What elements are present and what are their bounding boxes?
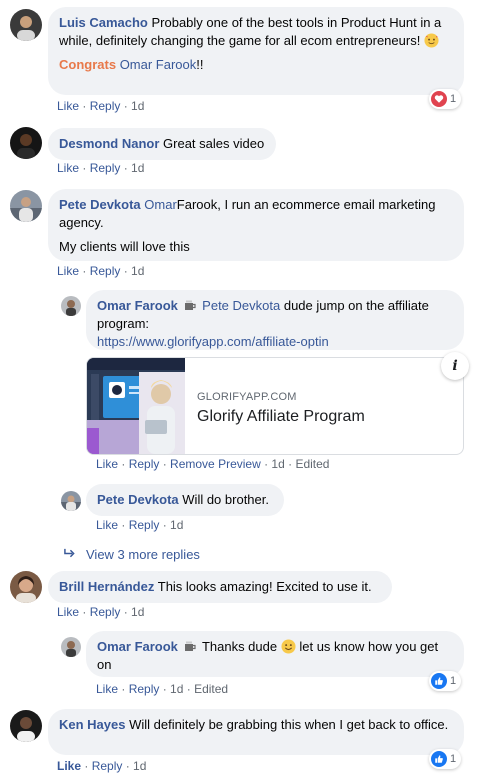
reply-button[interactable]: Reply: [90, 605, 121, 619]
avatar-desmond-nanor[interactable]: [10, 127, 42, 159]
avatar-ken-hayes[interactable]: [10, 710, 42, 742]
avatar-pete-devkota[interactable]: [61, 491, 81, 511]
edited-label[interactable]: Edited: [194, 682, 228, 696]
link-preview-image: [87, 358, 185, 454]
comment-bubble: Pete Devkota OmarFarook, I run an ecomme…: [48, 189, 464, 261]
avatar-omar-farook[interactable]: [61, 296, 81, 316]
like-button[interactable]: Like: [96, 682, 118, 696]
affiliate-link[interactable]: https://www.glorifyapp.com/affiliate-opt…: [97, 334, 329, 349]
comment-bubble: Luis Camacho Probably one of the best to…: [48, 7, 464, 95]
reply-button[interactable]: Reply: [90, 161, 121, 175]
reaction-count[interactable]: 1: [429, 89, 462, 109]
comment-bubble: Desmond Nanor Great sales video: [48, 128, 276, 160]
comment-text: Will definitely be grabbing this when I …: [129, 717, 449, 732]
smiling-face-with-hearts-emoji-icon: [424, 33, 439, 48]
comment-author[interactable]: Pete Devkota: [97, 492, 179, 507]
mention-link[interactable]: Pete Devkota: [202, 298, 280, 313]
like-button[interactable]: Like: [96, 518, 118, 532]
link-preview-title[interactable]: Glorify Affiliate Program: [197, 408, 365, 426]
comment-actions: Like · Reply · 1d: [57, 99, 145, 113]
comment-actions: Like · Reply · 1d: [57, 264, 145, 278]
link-preview-domain: GLORIFYAPP.COM: [197, 391, 297, 403]
remove-preview-button[interactable]: Remove Preview: [170, 457, 261, 471]
comment-timestamp[interactable]: 1d: [170, 682, 183, 696]
reply-actions: Like · Reply · Remove Preview · 1d · Edi…: [96, 457, 330, 471]
reply-button[interactable]: Reply: [90, 99, 121, 113]
like-button[interactable]: Like: [57, 264, 79, 278]
like-button[interactable]: Like: [96, 457, 118, 471]
comment-actions: Like · Reply · 1d: [57, 605, 145, 619]
like-reaction-icon: [431, 751, 447, 767]
reply-button[interactable]: Reply: [129, 682, 160, 696]
comment-author[interactable]: Omar Farook: [97, 639, 178, 654]
reaction-number: 1: [450, 93, 457, 105]
comment-timestamp[interactable]: 1d: [131, 99, 144, 113]
reply-button[interactable]: Reply: [129, 518, 160, 532]
like-button[interactable]: Like: [57, 759, 81, 773]
avatar-pete-devkota[interactable]: [10, 190, 42, 222]
comment-bubble: Brill Hernández This looks amazing! Exci…: [48, 571, 392, 603]
reply-button[interactable]: Reply: [90, 264, 121, 278]
link-preview-card[interactable]: GLORIFYAPP.COM Glorify Affiliate Program: [86, 357, 464, 455]
comment-timestamp[interactable]: 1d: [131, 264, 144, 278]
reaction-count[interactable]: 1: [429, 749, 462, 769]
comment-text: Thanks dude: [201, 639, 278, 654]
like-reaction-icon: [431, 673, 447, 689]
congrats-text: Congrats: [59, 57, 117, 72]
avatar-luis-camacho[interactable]: [10, 9, 42, 41]
comment-bubble: Ken Hayes Will definitely be grabbing th…: [48, 709, 464, 755]
love-reaction-icon: [431, 91, 447, 107]
avatar-brill-hernandez[interactable]: [10, 571, 42, 603]
edited-label[interactable]: Edited: [295, 457, 329, 471]
like-button[interactable]: Like: [57, 605, 79, 619]
mention-link[interactable]: Omar: [144, 197, 177, 212]
reply-bubble: Omar Farook Pete Devkota dude jump on th…: [86, 290, 464, 350]
comment-author[interactable]: Ken Hayes: [59, 717, 125, 732]
like-button[interactable]: Like: [57, 161, 79, 175]
reaction-count[interactable]: 1: [429, 671, 462, 691]
comment-author[interactable]: Omar Farook: [97, 298, 178, 313]
reaction-number: 1: [450, 675, 457, 687]
coffee-icon: [184, 298, 197, 310]
reply-actions: Like · Reply · 1d · Edited: [96, 682, 229, 696]
view-more-replies[interactable]: View 3 more replies: [63, 547, 200, 562]
comment-author[interactable]: Luis Camacho: [59, 15, 148, 30]
comment-actions: Like · Reply · 1d: [57, 161, 145, 175]
comment-timestamp[interactable]: 1d: [131, 161, 144, 175]
comment-text: Will do brother.: [182, 492, 269, 507]
comment-timestamp[interactable]: 1d: [271, 457, 284, 471]
comment-suffix: !!: [196, 57, 204, 72]
like-button[interactable]: Like: [57, 99, 79, 113]
reply-button[interactable]: Reply: [92, 759, 123, 773]
reply-bubble: Omar Farook Thanks dude let us know how …: [86, 631, 464, 677]
comment-text: This looks amazing! Excited to use it.: [157, 579, 372, 594]
comment-author[interactable]: Brill Hernández: [59, 579, 154, 594]
comment-timestamp[interactable]: 1d: [170, 518, 183, 532]
comment-author[interactable]: Pete Devkota: [59, 197, 141, 212]
reply-arrow-icon: [63, 547, 76, 562]
comment-text-line2: My clients will love this: [59, 239, 190, 254]
comment-timestamp[interactable]: 1d: [133, 759, 146, 773]
mention-link[interactable]: Omar Farook: [120, 57, 197, 72]
smiley-emoji-icon: [281, 639, 296, 654]
view-more-replies-label[interactable]: View 3 more replies: [86, 547, 200, 562]
reply-bubble: Pete Devkota Will do brother.: [86, 484, 284, 516]
info-icon[interactable]: i: [441, 352, 469, 380]
comment-timestamp[interactable]: 1d: [131, 605, 144, 619]
comment-author[interactable]: Desmond Nanor: [59, 136, 159, 151]
reply-actions: Like · Reply · 1d: [96, 518, 184, 532]
coffee-icon: [184, 639, 197, 651]
comment-actions: Like · Reply · 1d: [57, 759, 147, 773]
reaction-number: 1: [450, 753, 457, 765]
avatar-omar-farook[interactable]: [61, 637, 81, 657]
comment-text: Great sales video: [163, 136, 265, 151]
reply-button[interactable]: Reply: [129, 457, 160, 471]
